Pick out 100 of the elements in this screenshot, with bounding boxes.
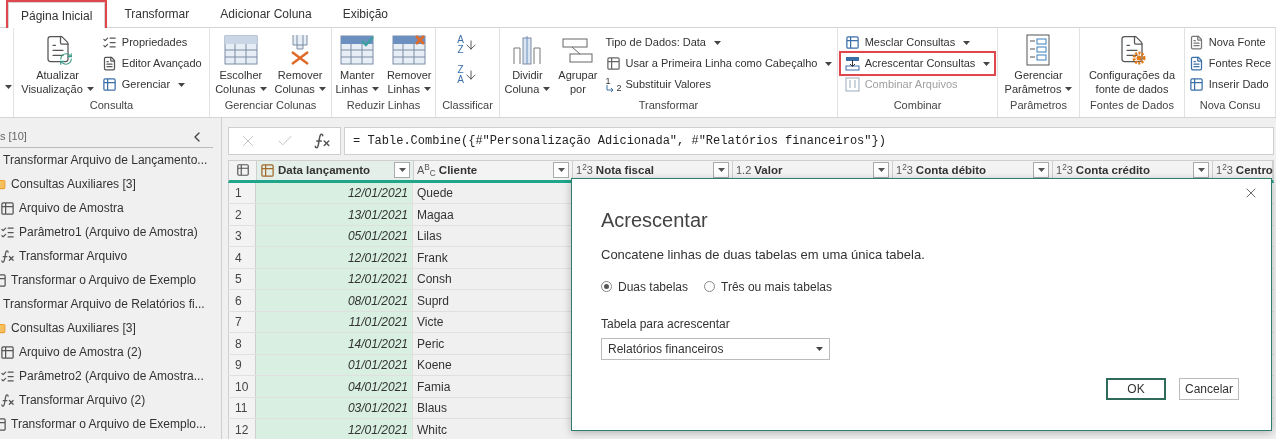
type-label: 1$^{2}$3	[896, 162, 913, 179]
row-number: 10	[228, 376, 256, 397]
table-cell-text: Magaa	[416, 206, 455, 224]
filter-button[interactable]	[873, 162, 889, 179]
query-item[interactable]: Arquivo de Amostra	[0, 196, 221, 220]
type-label: 1$^{2}$3	[1216, 162, 1233, 179]
caret-icon	[5, 84, 12, 89]
ribbon-button[interactable]: Gerenciar	[97, 74, 206, 95]
dialog-button[interactable]: Cancelar	[1179, 378, 1239, 400]
type-label: 1$^{2}$3	[576, 162, 593, 179]
combine-files-icon	[844, 76, 861, 93]
caret-icon	[1037, 168, 1045, 173]
table-cell-text: Quede	[416, 185, 455, 203]
filter-button[interactable]	[1193, 162, 1209, 179]
table-select[interactable]: Relatórios financeiros	[601, 337, 830, 360]
table-icon	[392, 35, 427, 65]
ribbon-tab[interactable]: Adicionar Coluna	[208, 1, 324, 27]
query-item[interactable]: Consultas Auxiliares [3]	[0, 316, 221, 340]
query-item[interactable]: Transformar o Arquivo de Exemplo...	[0, 412, 221, 436]
caret-icon	[714, 40, 721, 45]
radio-option[interactable]: Três ou mais tabelas	[704, 277, 832, 296]
parameters-icon	[1026, 34, 1051, 66]
table-icon	[101, 76, 118, 93]
ribbon-button[interactable]: Remover Colunas	[270, 28, 330, 96]
query-item[interactable]: Transformar Arquivo (2)	[0, 388, 221, 412]
dialog-button[interactable]: OK	[1106, 378, 1166, 400]
properties-icon	[101, 34, 118, 51]
table-cell: 01/01/2021	[256, 354, 413, 376]
ribbon-button[interactable]: Gerenciar Parâmetros	[1000, 28, 1077, 96]
caret-icon	[259, 87, 267, 91]
new-document-icon	[1188, 34, 1205, 51]
table-cell: 13/01/2021	[256, 204, 413, 225]
caret-icon	[963, 40, 971, 45]
table-cell: 14/01/2021	[256, 333, 413, 354]
filter-button[interactable]	[394, 162, 410, 179]
ribbon-button[interactable]: 1 2 Substituir Valores	[601, 74, 837, 95]
ribbon-button[interactable]: Mesclar Consultas	[840, 32, 995, 53]
query-item[interactable]: Transformar Arquivo de Lançamento...	[0, 148, 221, 172]
filter-button[interactable]	[1033, 162, 1049, 179]
filter-button[interactable]	[553, 162, 569, 179]
ribbon-tab[interactable]: Página Inicial	[8, 2, 106, 28]
sort-button[interactable]: A Z	[457, 32, 478, 58]
row-number: 2	[228, 204, 256, 225]
query-item[interactable]: Transformar o Arquivo de Exemplo	[0, 268, 221, 292]
table-icon	[223, 35, 258, 65]
row-number: 12	[228, 419, 256, 439]
sort-button[interactable]: Z A	[457, 62, 478, 88]
ribbon-tab[interactable]: Transformar	[112, 1, 202, 27]
table-cell: 08/01/2021	[256, 290, 413, 311]
group-label: Nova Consu	[1198, 98, 1262, 113]
row-number: 7	[228, 311, 256, 333]
ribbon-button[interactable]: Atualizar Visualização	[17, 28, 98, 96]
caret-icon	[423, 87, 431, 91]
ribbon-button[interactable]: Configurações da fonte de dados	[1084, 28, 1180, 96]
ribbon-button[interactable]: Dividir Coluna	[500, 28, 555, 96]
ribbon-button[interactable]: Acrescentar Consultas	[840, 53, 995, 74]
dialog-title: Acrescentar	[601, 208, 709, 233]
filter-button[interactable]	[713, 162, 729, 179]
ribbon-button[interactable]: Agrupar por	[554, 28, 602, 96]
caret-icon	[877, 168, 885, 173]
ribbon-button[interactable]: Inserir Dado	[1184, 74, 1276, 95]
table-cell-text: Suprd	[416, 292, 451, 310]
column-header[interactable]: A$^{B}$$_{C}$ Cliente	[414, 160, 573, 180]
query-item[interactable]: Arquivo de Amostra (2)	[0, 340, 221, 364]
function-icon	[0, 248, 15, 264]
table-cell: 05/01/2021	[256, 225, 413, 247]
query-item[interactable]: Parâmetro2 (Arquivo de Amostra...	[0, 364, 221, 388]
parameter-icon	[0, 224, 15, 240]
query-item[interactable]: Transformar Arquivo	[0, 244, 221, 268]
table-cell-text: Whitc	[416, 421, 448, 439]
radio-option[interactable]: Duas tabelas	[601, 277, 689, 296]
caret-icon	[983, 61, 991, 66]
function-icon[interactable]	[312, 131, 331, 150]
ribbon-button[interactable]: Tipo de Dados: Data	[601, 32, 837, 53]
ribbon-button[interactable]: Editor Avançado	[97, 53, 206, 74]
group-label: Combinar	[892, 98, 943, 113]
caret-icon	[178, 82, 186, 87]
formula-field[interactable]: = Table.Combine({#"Personalização Adicionada", #"Relatórios financeiros"})	[344, 127, 1274, 155]
row-number: 11	[228, 397, 256, 419]
ribbon-button[interactable]: Manter Linhas	[331, 28, 383, 96]
ribbon-button[interactable]: Fontes Rece	[1184, 53, 1276, 74]
table-cell-text: Famia	[416, 378, 452, 396]
field-label: Tabela para acrescentar	[601, 315, 731, 333]
query-item[interactable]: Transformar Arquivo de Relatórios fi...	[0, 292, 221, 316]
ribbon-button[interactable]: Usar a Primeira Linha como Cabeçalho	[601, 53, 837, 74]
query-item[interactable]: Consultas Auxiliares [3]	[0, 172, 221, 196]
group-label: Gerenciar Colunas	[223, 98, 318, 113]
ribbon-tab[interactable]: Exibição	[330, 1, 401, 27]
ribbon-button[interactable]: Remover Linhas	[382, 28, 436, 96]
table-cell: 12/01/2021	[256, 419, 413, 439]
ribbon-button[interactable]: Escolher Colunas	[211, 28, 271, 96]
caret-icon	[371, 87, 379, 91]
table-cell-text: Peric	[416, 335, 446, 353]
ribbon-button[interactable]: Propriedades	[97, 32, 206, 53]
table-cell-text: Koene	[416, 357, 453, 375]
table-cell-text: Victe	[416, 314, 445, 332]
table-menu-icon[interactable]	[235, 163, 250, 178]
column-header[interactable]: Data lançamento	[257, 160, 414, 180]
query-item[interactable]: Parâmetro1 (Arquivo de Amostra)	[0, 220, 221, 244]
ribbon-button[interactable]: Nova Fonte	[1184, 32, 1276, 53]
